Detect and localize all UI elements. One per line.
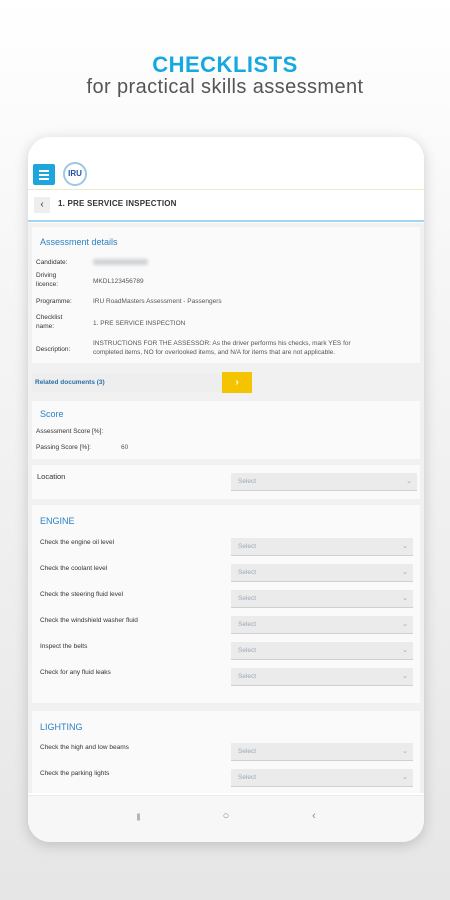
chevron-down-icon: ⌄ [402,673,408,680]
home-icon: ○ [222,810,230,822]
chevron-down-icon: ⌄ [402,595,408,602]
home-button[interactable]: ○ [216,806,236,826]
programme-value: IRU RoadMasters Assessment - Passengers [93,298,222,305]
chevron-left-icon: ‹ [40,199,44,210]
related-documents-link[interactable]: Related documents (3) [32,373,224,392]
score-card: Score Assessment Score [%]: Passing Scor… [32,401,420,459]
lighting-item-select[interactable]: Select ⌄ [231,743,413,761]
driving-licence-value: MKDL123456789 [93,278,144,285]
engine-card: ENGINE Check the engine oil level Select… [32,505,420,703]
assessment-score-label: Assessment Score [%]: [36,428,104,435]
location-label: Location [37,472,66,481]
location-select[interactable]: Select ⌄ [231,473,417,491]
back-button[interactable]: ‹ [34,197,50,213]
chevron-down-icon: ⌄ [402,774,408,781]
engine-item-label: Check the engine oil level [40,539,115,546]
chevron-down-icon: ⌄ [406,478,412,485]
chevron-right-icon: › [235,377,239,388]
engine-item-select[interactable]: Select ⌄ [231,642,413,660]
engine-item-select[interactable]: Select ⌄ [231,668,413,686]
engine-item-select[interactable]: Select ⌄ [231,564,413,582]
recent-apps-button[interactable]: ||| [128,806,148,826]
menu-button[interactable] [33,164,55,185]
hamburger-icon [39,170,49,172]
chevron-down-icon: ⌄ [402,748,408,755]
app-toolbar: IRU [28,137,424,190]
assessment-details-card: Assessment details Candidate: Driving lic… [32,227,420,363]
related-documents-button[interactable]: › [222,372,252,393]
tablet-frame: IRU ‹ 1. PRE SERVICE INSPECTION Assessme… [28,137,424,842]
passing-score-label: Passing Score [%]: [36,444,91,451]
page-header: ‹ 1. PRE SERVICE INSPECTION [28,190,424,222]
chevron-down-icon: ⌄ [402,569,408,576]
candidate-label: Candidate: [36,259,68,266]
engine-item-select[interactable]: Select ⌄ [231,590,413,608]
checklist-name-value: 1. PRE SERVICE INSPECTION [93,320,186,327]
chevron-down-icon: ⌄ [402,621,408,628]
checklist-name-label: Checklist name: [36,314,63,330]
description-value: INSTRUCTIONS FOR THE ASSESSOR: As the dr… [93,340,351,356]
lighting-card: LIGHTING Check the high and low beams Se… [32,711,420,793]
engine-item-label: Check the windshield washer fluid [40,617,138,624]
checklist-content: Assessment details Candidate: Driving lic… [28,223,424,793]
score-title: Score [40,409,64,419]
promo-subhead: for practical skills assessment [86,76,364,98]
programme-label: Programme: [36,298,72,305]
candidate-name-redacted [93,259,148,265]
engine-item-select[interactable]: Select ⌄ [231,616,413,634]
chevron-down-icon: ⌄ [402,543,408,550]
engine-item-label: Check the steering fluid level [40,591,124,598]
recent-apps-icon: ||| [136,814,141,821]
location-card: Location Select ⌄ [32,465,420,499]
engine-item-label: Inspect the belts [40,643,88,650]
passing-score-value: 60 [121,444,129,451]
assessment-details-title: Assessment details [40,237,118,247]
engine-title: ENGINE [40,516,75,526]
back-arrow-icon: ‹ [312,810,316,822]
engine-item-label: Check for any fluid leaks [40,669,111,676]
related-documents-label: Related documents (3) [35,379,105,386]
chevron-down-icon: ⌄ [402,647,408,654]
lighting-item-label: Check the parking lights [40,770,110,777]
system-back-button[interactable]: ‹ [304,806,324,826]
lighting-item-select[interactable]: Select ⌄ [231,769,413,787]
description-label: Description: [36,346,71,353]
iru-logo: IRU [63,162,87,186]
engine-item-label: Check the coolant level [40,565,108,572]
promo-headline: CHECKLISTS [152,52,298,77]
lighting-item-label: Check the high and low beams [40,744,129,751]
page-title: 1. PRE SERVICE INSPECTION [58,199,177,208]
engine-item-select[interactable]: Select ⌄ [231,538,413,556]
system-navigation-bar: ||| ○ ‹ [28,795,424,842]
lighting-title: LIGHTING [40,722,83,732]
driving-licence-label: Driving licence: [36,272,59,288]
